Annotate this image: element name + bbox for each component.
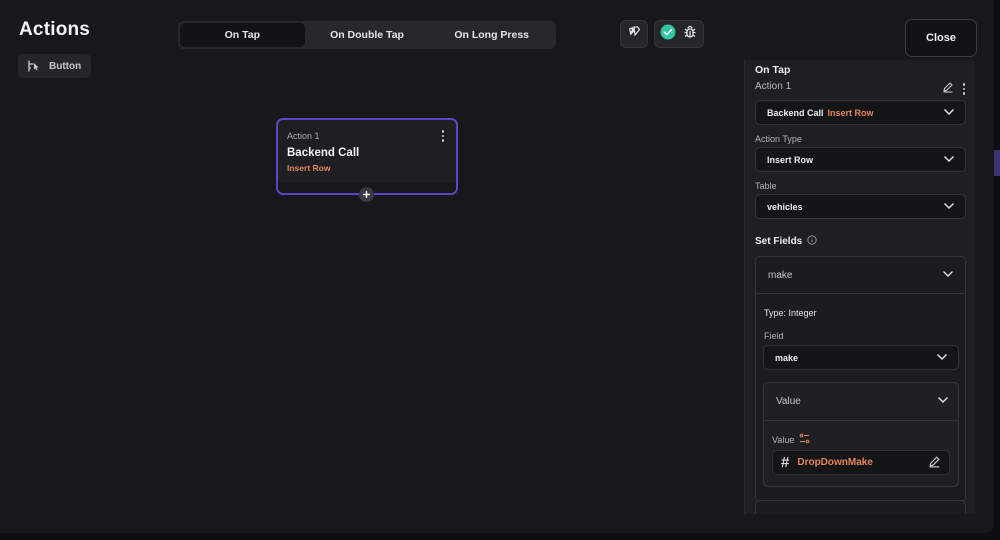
widget-tree-icon	[26, 59, 40, 73]
value-section-label: Value	[776, 396, 801, 407]
field-select-value: make	[775, 352, 799, 363]
table-value: vehicles	[767, 201, 803, 212]
more-icon[interactable]	[441, 130, 444, 142]
action-select-name: Backend Call	[767, 107, 824, 118]
check-icon[interactable]	[660, 24, 676, 45]
widget-label: Button	[49, 60, 82, 72]
action-node-subtitle: Action 1	[287, 131, 320, 141]
value-card: Value Value # DropDownMake	[763, 382, 959, 487]
field-type: Type: Integer	[764, 308, 817, 318]
value-label: Value	[772, 434, 795, 445]
info-icon[interactable]	[807, 235, 817, 248]
action-node-name: Backend Call	[287, 147, 360, 159]
action-type-select[interactable]: Insert Row	[755, 147, 966, 172]
action-node-operation: Insert Row	[287, 163, 331, 173]
set-fields-heading: Set Fields	[755, 235, 817, 248]
table-label: Table	[755, 181, 777, 191]
variable-name: DropDownMake	[797, 457, 873, 468]
variable-chip[interactable]: # DropDownMake	[772, 450, 950, 475]
value-card-header[interactable]: Value	[764, 383, 958, 421]
action-title-icons	[942, 80, 965, 98]
field-card: make Type: Integer Field make Value Valu…	[755, 256, 966, 502]
bug-icon[interactable]	[682, 24, 698, 45]
tab-on-long-press[interactable]: On Long Press	[429, 23, 554, 47]
actions-editor: Actions Button On Tap On Double Tap On L…	[0, 0, 994, 533]
page-title: Actions	[19, 19, 91, 40]
edit-icon[interactable]	[928, 455, 941, 471]
close-button[interactable]: Close	[905, 19, 977, 57]
window-edge	[994, 0, 1000, 540]
tab-on-double-tap[interactable]: On Double Tap	[305, 23, 430, 47]
field-label: Field	[764, 331, 784, 341]
chevron-down-icon	[943, 155, 955, 165]
more-icon[interactable]	[962, 83, 965, 95]
edit-icon[interactable]	[942, 80, 954, 98]
action-select[interactable]: Backend Call Insert Row	[755, 100, 966, 125]
chevron-down-icon	[943, 202, 955, 212]
debug-toolbar	[654, 20, 704, 48]
action-title: Action 1	[755, 81, 792, 92]
action-type-value: Insert Row	[767, 154, 814, 165]
action-select-operation: Insert Row	[827, 107, 874, 118]
table-select[interactable]: vehicles	[755, 194, 966, 219]
chevron-down-icon	[942, 270, 954, 281]
trigger-tabs: On Tap On Double Tap On Long Press	[178, 21, 556, 49]
value-label-row: Value	[772, 433, 810, 446]
action-properties-panel: On Tap Action 1 Backend Call Insert Row …	[744, 60, 975, 514]
action-type-label: Action Type	[755, 134, 802, 144]
trigger-heading: On Tap	[755, 64, 791, 76]
plus-icon	[362, 186, 371, 204]
hash-icon: #	[781, 454, 790, 471]
add-action-button[interactable]	[359, 187, 374, 202]
tab-on-tap[interactable]: On Tap	[180, 23, 305, 47]
widget-chip[interactable]: Button	[18, 54, 92, 78]
settings-toggle-icon[interactable]	[799, 433, 810, 446]
next-field-card[interactable]	[755, 500, 966, 514]
field-card-header[interactable]: make	[756, 257, 965, 294]
chevron-down-icon	[936, 353, 948, 363]
theme-button[interactable]	[620, 20, 648, 48]
theme-icon	[627, 25, 641, 44]
set-fields-label: Set Fields	[755, 236, 803, 247]
chevron-down-icon	[943, 108, 955, 118]
action-node[interactable]: Action 1 Backend Call Insert Row	[276, 118, 458, 195]
field-select[interactable]: make	[763, 345, 959, 370]
chevron-down-icon	[937, 396, 949, 407]
window-bottom-edge	[0, 533, 1000, 540]
field-name: make	[768, 269, 793, 281]
edge-accent	[994, 150, 1000, 176]
